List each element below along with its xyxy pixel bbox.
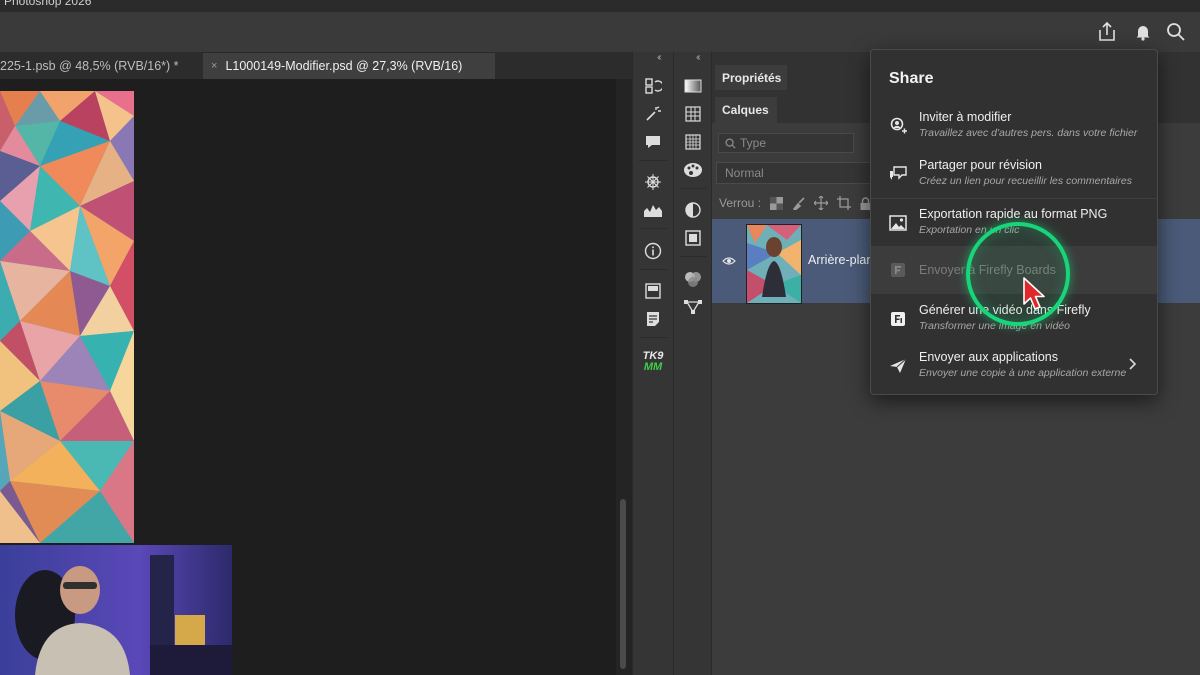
- tk9-plugin-icon[interactable]: TK9 MM: [633, 346, 673, 378]
- swatches-icon[interactable]: [674, 102, 712, 126]
- send-paperplane-icon: [889, 357, 907, 375]
- mouse-cursor-icon: [1022, 276, 1048, 312]
- collapse-icon[interactable]: ‹‹: [696, 52, 700, 63]
- histogram-icon[interactable]: [633, 198, 673, 222]
- close-tab-icon[interactable]: ×: [211, 60, 217, 72]
- firefly-icon: [889, 310, 907, 328]
- share-item-review-title: Partager pour révision: [919, 158, 1042, 172]
- panel-icon-strip-1: ‹‹ TK9 MM: [632, 52, 673, 675]
- search-icon[interactable]: [1162, 18, 1190, 46]
- masks-icon[interactable]: [674, 226, 712, 250]
- divider: [639, 228, 667, 229]
- lock-transparency-icon[interactable]: [770, 196, 784, 210]
- share-item-invite-subtitle: Travaillez avec d'autres pers. dans votr…: [919, 127, 1138, 139]
- webcam-overlay: [0, 545, 232, 675]
- share-item-invite[interactable]: Inviter à modifier Travaillez avec d'aut…: [871, 102, 1157, 150]
- click-highlight-ring: [966, 222, 1070, 326]
- collapse-icon[interactable]: ‹‹: [657, 52, 661, 63]
- lock-move-icon[interactable]: [814, 196, 829, 210]
- paths-icon[interactable]: [674, 295, 712, 319]
- scrollbar-thumb[interactable]: [620, 499, 626, 669]
- window-title: Photoshop 2026: [4, 0, 92, 8]
- share-item-quick-export-title: Exportation rapide au format PNG: [919, 207, 1108, 221]
- libraries-icon[interactable]: [633, 279, 673, 303]
- firefly-boards-icon: [889, 261, 907, 279]
- share-item-send-apps-title: Envoyer aux applications: [919, 350, 1058, 364]
- bell-icon[interactable]: [1129, 18, 1157, 46]
- layer-filter-field[interactable]: Type: [718, 133, 854, 153]
- chevron-right-icon: [1129, 358, 1137, 373]
- share-item-review-subtitle: Créez un lien pour recueillir les commen…: [919, 175, 1133, 187]
- share-item-invite-title: Inviter à modifier: [919, 110, 1012, 124]
- image-export-icon: [889, 214, 907, 232]
- tab-layers[interactable]: Calques: [715, 97, 777, 123]
- tab-document-1[interactable]: 225-1.psb @ 48,5% (RVB/16*) *: [0, 53, 200, 79]
- history-icon[interactable]: [633, 74, 673, 98]
- share-title: Share: [889, 70, 934, 87]
- tab-document-2[interactable]: × L1000149-Modifier.psd @ 27,3% (RVB/16): [203, 53, 495, 79]
- adjustments-icon[interactable]: [674, 198, 712, 222]
- magic-wand-icon[interactable]: [633, 102, 673, 126]
- panel-icon-strip-2: ‹‹: [673, 52, 712, 675]
- gradients-icon[interactable]: [674, 74, 712, 98]
- tab-document-2-label: L1000149-Modifier.psd @ 27,3% (RVB/16): [225, 59, 463, 73]
- share-icon[interactable]: [1093, 18, 1121, 46]
- share-item-firefly-video-subtitle: Transformer une image en vidéo: [919, 320, 1070, 332]
- lock-artboard-icon[interactable]: [837, 196, 852, 210]
- document-tab-bar: 225-1.psb @ 48,5% (RVB/16*) * × L1000149…: [0, 53, 632, 79]
- canvas-image[interactable]: [0, 91, 134, 543]
- lock-brush-icon[interactable]: [792, 196, 805, 210]
- more-icon[interactable]: ⋮: [1188, 18, 1200, 46]
- layer-thumbnail[interactable]: [746, 224, 802, 304]
- layer-name[interactable]: Arrière-plan: [808, 253, 873, 267]
- layer-filter-placeholder: Type: [740, 136, 767, 150]
- notes-icon[interactable]: [633, 307, 673, 331]
- share-item-review[interactable]: Partager pour révision Créez un lien pou…: [871, 150, 1157, 198]
- divider: [639, 160, 667, 161]
- review-comment-icon: [889, 165, 907, 183]
- app-bar: ⋮: [0, 12, 1200, 53]
- navigator-icon[interactable]: [633, 170, 673, 194]
- share-item-send-apps[interactable]: Envoyer aux applications Envoyer une cop…: [871, 342, 1157, 390]
- divider: [639, 269, 667, 270]
- info-icon[interactable]: [633, 239, 673, 263]
- invite-user-icon: [889, 117, 907, 135]
- tab-document-1-label: 225-1.psb @ 48,5% (RVB/16*) *: [0, 59, 179, 73]
- divider: [680, 188, 706, 189]
- color-palette-icon[interactable]: [674, 158, 712, 182]
- lock-row: Verrou :: [719, 194, 871, 212]
- tk9-badge-bottom: MM: [643, 361, 663, 373]
- comment-icon[interactable]: [633, 130, 673, 154]
- tab-properties[interactable]: Propriétés: [715, 65, 787, 90]
- lock-label: Verrou :: [719, 196, 762, 210]
- divider: [639, 337, 667, 338]
- channels-icon[interactable]: [674, 267, 712, 291]
- share-item-send-apps-subtitle: Envoyer une copie à une application exte…: [919, 367, 1127, 379]
- divider: [680, 256, 706, 257]
- visibility-eye-icon[interactable]: [722, 255, 736, 269]
- canvas-scrollbar[interactable]: [616, 79, 632, 675]
- search-icon: [725, 137, 736, 149]
- window-title-bar: Photoshop 2026: [0, 0, 1200, 12]
- patterns-icon[interactable]: [674, 130, 712, 154]
